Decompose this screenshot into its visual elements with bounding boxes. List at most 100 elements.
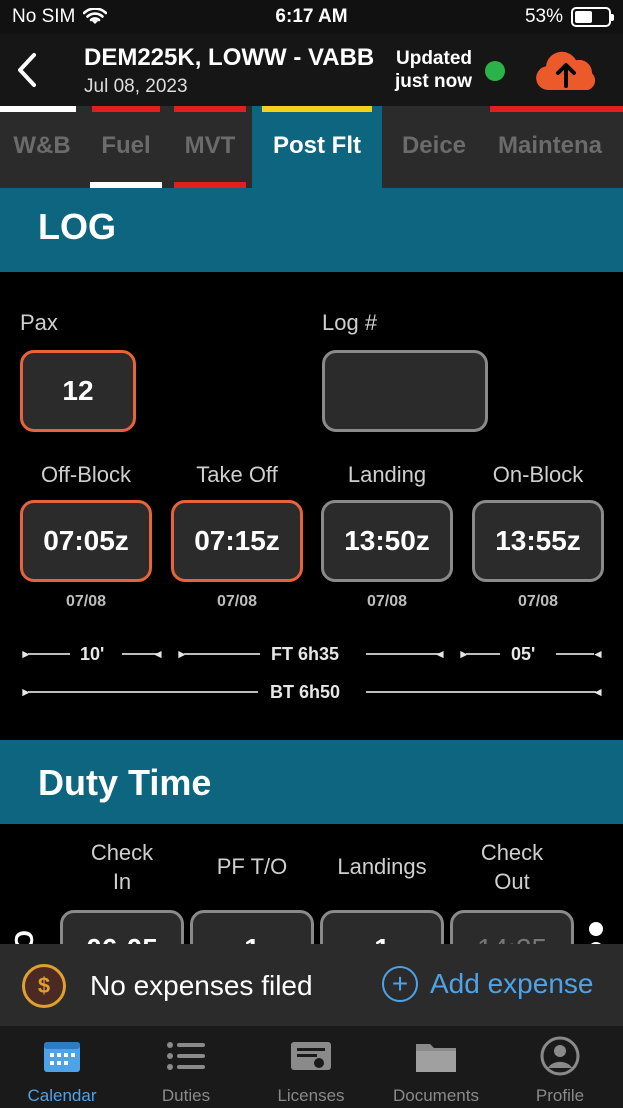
check-in-label-line2: In xyxy=(112,869,132,894)
log-number-label: Log # xyxy=(322,310,378,335)
check-in-label-line1: Check xyxy=(90,840,154,865)
off-block-time-input[interactable]: 07:05z xyxy=(20,500,152,582)
timeline-line xyxy=(366,653,440,655)
page-dot xyxy=(589,922,603,936)
tab-wb[interactable]: W&B xyxy=(0,106,84,188)
tab-deice[interactable]: Deice xyxy=(382,106,486,188)
flight-title: DEM225K, LOWW - VABB xyxy=(84,44,375,71)
taxi-in-time: 05' xyxy=(511,644,536,664)
timeline-line xyxy=(366,691,596,693)
check-out-label: Check Out xyxy=(452,838,572,896)
pf-to-label: PF T/O xyxy=(216,854,288,879)
nav-licenses[interactable]: Licenses xyxy=(249,1026,373,1108)
off-block-label: Off-Block xyxy=(40,462,132,487)
log-number-input[interactable] xyxy=(322,350,488,432)
tab-post-flt[interactable]: Post Flt xyxy=(252,106,382,188)
status-bar: No SIM 6:17 AM 53% xyxy=(0,0,623,34)
sync-status-line2: just now xyxy=(394,71,472,92)
sync-status: Updated just now xyxy=(388,47,472,93)
add-expense-button[interactable]: + Add expense xyxy=(382,966,593,1002)
tab-color-bar xyxy=(0,106,76,112)
nav-label: Profile xyxy=(535,1086,585,1105)
license-icon xyxy=(291,1042,331,1070)
header: DEM225K, LOWW - VABB Jul 08, 2023 Update… xyxy=(0,34,623,106)
tab-fuel[interactable]: Fuel xyxy=(84,106,168,188)
timeline-line xyxy=(466,653,500,655)
landing-label: Landing xyxy=(347,462,427,487)
timeline-line xyxy=(28,691,258,693)
tab-color-bar xyxy=(382,106,486,112)
landing-date: 07/08 xyxy=(366,593,408,610)
plus-circle-icon: + xyxy=(382,966,418,1002)
duty-time-section-title: Duty Time xyxy=(38,762,212,803)
off-block-date: 07/08 xyxy=(65,593,107,610)
take-off-label: Take Off xyxy=(196,462,278,487)
expense-bar: $ No expenses filed + Add expense xyxy=(0,944,623,1026)
check-in-label: Check In xyxy=(62,838,182,896)
arrow-end-icon: ◄ xyxy=(434,647,446,661)
tab-color-bar xyxy=(92,106,160,112)
dollar-icon: $ xyxy=(22,964,66,1008)
timeline-line xyxy=(184,653,260,655)
duty-time-section-header: Duty Time xyxy=(0,740,623,824)
chevron-left-icon xyxy=(18,53,36,87)
tab-mvt[interactable]: MVT xyxy=(168,106,252,188)
back-button[interactable] xyxy=(12,48,42,92)
nav-documents[interactable]: Documents xyxy=(374,1026,498,1108)
pax-input[interactable]: 12 xyxy=(20,350,136,432)
cloud-upload-icon xyxy=(536,51,596,90)
pax-label: Pax xyxy=(20,310,58,335)
flight-date: Jul 08, 2023 xyxy=(84,76,188,97)
tab-color-bar xyxy=(174,106,246,112)
nav-label: Licenses xyxy=(277,1086,345,1105)
nav-label: Documents xyxy=(393,1086,479,1105)
on-block-date: 07/08 xyxy=(517,593,559,610)
nav-label: Duties xyxy=(161,1086,211,1105)
tab-maintenance[interactable]: Maintena xyxy=(490,106,623,188)
timeline-line xyxy=(556,653,594,655)
landings-label: Landings xyxy=(337,854,427,879)
calendar-icon xyxy=(44,1042,80,1072)
tab-color-bar xyxy=(490,106,623,112)
profile-icon xyxy=(540,1036,580,1076)
block-time: BT 6h50 xyxy=(270,682,341,702)
tab-label: Fuel xyxy=(101,132,151,159)
taxi-out-time: 10' xyxy=(80,644,105,664)
nav-calendar[interactable]: Calendar xyxy=(0,1026,124,1108)
battery-icon xyxy=(571,7,614,27)
sync-indicator-dot xyxy=(485,61,505,81)
nav-profile[interactable]: Profile xyxy=(498,1026,622,1108)
sync-status-line1: Updated xyxy=(396,48,472,69)
arrow-end-icon: ◄ xyxy=(592,647,604,661)
arrow-end-icon: ◄ xyxy=(152,647,164,661)
check-out-label-line2: Out xyxy=(494,869,530,894)
status-right: 53% xyxy=(525,6,614,28)
on-block-label: On-Block xyxy=(492,462,584,487)
on-block-time-input[interactable]: 13:55z xyxy=(472,500,604,582)
log-section-title: LOG xyxy=(38,206,116,247)
expense-status-text: No expenses filed xyxy=(90,970,313,1001)
landing-time-input[interactable]: 13:50z xyxy=(321,500,453,582)
nav-duties[interactable]: Duties xyxy=(124,1026,248,1108)
timeline-line xyxy=(28,653,70,655)
check-out-label-line1: Check xyxy=(480,840,544,865)
bottom-nav: Calendar Duties Licenses Documents Profi… xyxy=(0,1026,623,1108)
arrow-end-icon: ◄ xyxy=(592,685,604,699)
tab-label: Deice xyxy=(401,132,467,159)
tab-label: Maintena xyxy=(498,132,603,159)
upload-button[interactable] xyxy=(534,46,598,94)
tab-label: Post Flt xyxy=(273,132,361,159)
tab-bar: W&B Fuel MVT Post Flt Deice Maintena xyxy=(0,106,623,188)
battery-fill xyxy=(575,11,592,23)
list-icon xyxy=(167,1042,205,1070)
log-section-header: LOG xyxy=(0,188,623,272)
flight-time: FT 6h35 xyxy=(271,644,340,664)
folder-icon xyxy=(416,1044,456,1072)
tab-label: MVT xyxy=(184,132,236,159)
nav-label: Calendar xyxy=(27,1086,97,1105)
tab-color-bar xyxy=(262,106,372,112)
take-off-date: 07/08 xyxy=(216,593,258,610)
take-off-time-input[interactable]: 07:15z xyxy=(171,500,303,582)
tab-label: W&B xyxy=(13,132,71,159)
add-expense-label: Add expense xyxy=(430,968,594,999)
